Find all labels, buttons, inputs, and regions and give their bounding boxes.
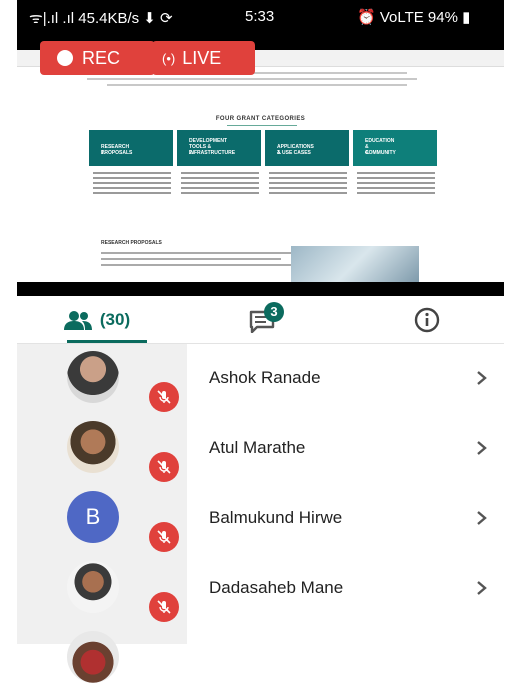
clock: 5:33 bbox=[245, 8, 275, 25]
participant-row[interactable]: Dadasaheb Mane bbox=[17, 554, 504, 624]
left-border bbox=[0, 0, 17, 644]
participants-count: (30) bbox=[99, 309, 131, 329]
category-description bbox=[181, 172, 259, 197]
avatar: B bbox=[67, 491, 119, 543]
active-tab-indicator bbox=[67, 340, 147, 343]
participant-row[interactable] bbox=[17, 624, 504, 694]
mic-muted-icon bbox=[149, 522, 179, 552]
avatar bbox=[67, 561, 119, 613]
record-dot-icon bbox=[57, 50, 73, 66]
category-label: RESEARCH PROPOSALS bbox=[101, 144, 133, 156]
rec-badge: REC bbox=[40, 41, 155, 75]
chevron-right-icon[interactable] bbox=[475, 578, 489, 598]
mic-muted-icon bbox=[149, 592, 179, 622]
shared-screen: FOUR GRANT CATEGORIES 1. RESEARCH PROPOS… bbox=[17, 50, 504, 282]
battery-status: ⏰ VoLTE 94% ▮ bbox=[357, 9, 471, 26]
mic-muted-icon bbox=[149, 382, 179, 412]
rec-label: REC bbox=[82, 47, 121, 68]
avatar bbox=[67, 421, 119, 473]
tab-chat[interactable]: 3 bbox=[217, 296, 307, 343]
participant-name: Atul Marathe bbox=[209, 438, 306, 457]
category-card-3: 3. APPLICATIONS & USE CASES bbox=[265, 130, 349, 166]
category-description bbox=[269, 172, 347, 197]
category-card-4: 4. EDUCATION & COMMUNITY bbox=[353, 130, 437, 166]
participant-row[interactable]: B Balmukund Hirwe bbox=[17, 484, 504, 554]
status-bar: ᯤ|.ıl .ıl 45.4KB/s ⬇ ⟳ 5:33 ⏰ VoLTE 94% … bbox=[17, 0, 504, 36]
avatar bbox=[67, 351, 119, 403]
tab-bar: (30) 3 bbox=[17, 296, 504, 344]
text-line bbox=[101, 264, 291, 266]
participant-row[interactable]: Atul Marathe bbox=[17, 414, 504, 484]
participant-list: Ashok Ranade Atul Marathe B Balmukund Hi… bbox=[17, 344, 504, 683]
text-line bbox=[87, 78, 417, 80]
live-badge: (•) LIVE bbox=[152, 41, 255, 75]
tab-info[interactable] bbox=[382, 296, 472, 343]
category-description bbox=[357, 172, 435, 197]
mic-muted-icon bbox=[149, 452, 179, 482]
participant-name: Ashok Ranade bbox=[209, 368, 321, 387]
text-line bbox=[101, 258, 281, 260]
info-icon bbox=[414, 307, 440, 332]
live-label: LIVE bbox=[182, 47, 222, 68]
tab-participants[interactable]: (30) bbox=[17, 296, 177, 343]
chevron-right-icon[interactable] bbox=[475, 438, 489, 458]
chat-unread-badge: 3 bbox=[264, 302, 284, 322]
network-status: ᯤ|.ıl .ıl 45.4KB/s ⬇ ⟳ bbox=[29, 10, 173, 27]
subheading: RESEARCH PROPOSALS bbox=[101, 240, 162, 246]
text-line bbox=[101, 252, 291, 254]
chevron-right-icon[interactable] bbox=[475, 368, 489, 388]
broadcast-icon: (•) bbox=[162, 50, 176, 66]
category-label: EDUCATION & COMMUNITY bbox=[365, 138, 396, 156]
hero-image bbox=[291, 246, 419, 282]
chevron-right-icon[interactable] bbox=[475, 508, 489, 528]
heading-underline bbox=[227, 125, 297, 126]
category-label: DEVELOPMENT TOOLS & INFRASTRUCTURE bbox=[189, 138, 236, 156]
text-line bbox=[107, 84, 407, 86]
people-icon bbox=[63, 310, 92, 330]
app-frame: ᯤ|.ıl .ıl 45.4KB/s ⬇ ⟳ 5:33 ⏰ VoLTE 94% … bbox=[0, 0, 506, 683]
participant-row[interactable]: Ashok Ranade bbox=[17, 344, 504, 414]
participant-name: Dadasaheb Mane bbox=[209, 578, 344, 597]
avatar bbox=[67, 631, 119, 683]
category-card-2: 2. DEVELOPMENT TOOLS & INFRASTRUCTURE bbox=[177, 130, 261, 166]
video-area[interactable]: FOUR GRANT CATEGORIES 1. RESEARCH PROPOS… bbox=[17, 36, 504, 296]
participant-name: Balmukund Hirwe bbox=[209, 508, 343, 527]
category-description bbox=[93, 172, 171, 197]
category-label: APPLICATIONS & USE CASES bbox=[277, 144, 314, 156]
category-card-1: 1. RESEARCH PROPOSALS bbox=[89, 130, 173, 166]
section-heading: FOUR GRANT CATEGORIES bbox=[215, 116, 306, 122]
